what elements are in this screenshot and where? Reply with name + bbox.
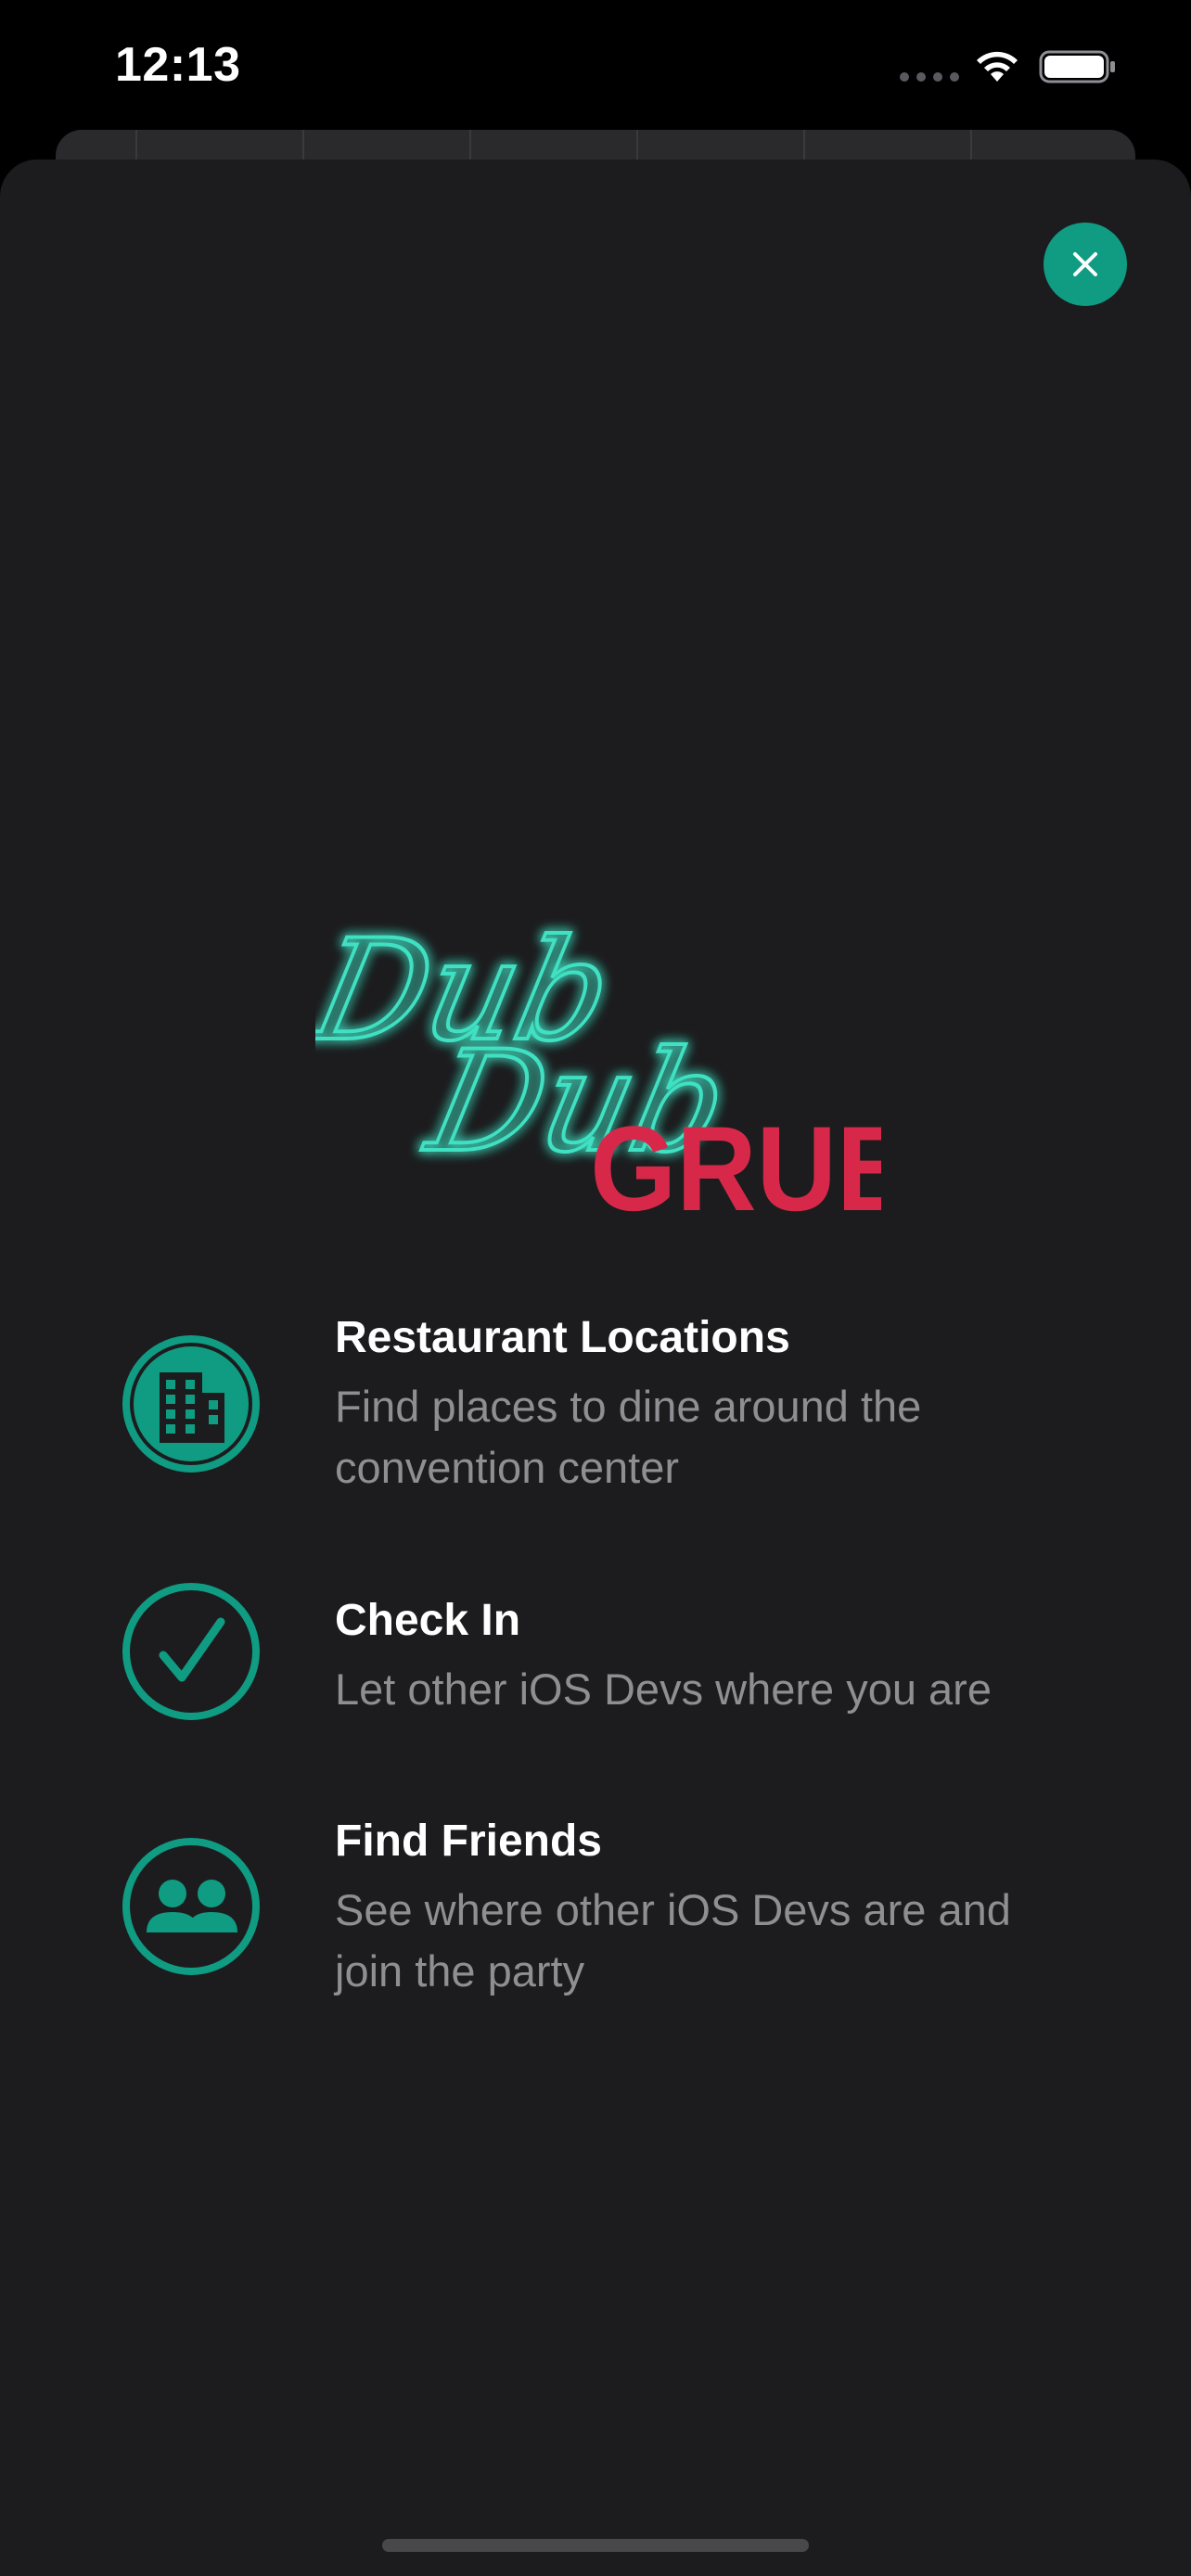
building-icon [122, 1335, 260, 1473]
battery-icon [1039, 50, 1115, 83]
feature-title: Restaurant Locations [335, 1313, 790, 1362]
status-time: 12:13 [115, 38, 241, 92]
close-button[interactable] [1044, 223, 1127, 306]
feature-description: Find places to dine around the conventio… [335, 1382, 922, 1492]
checkmark-icon [122, 1583, 260, 1720]
feature-description: Let other iOS Devs where you are [335, 1664, 992, 1714]
close-icon [1073, 252, 1097, 276]
status-bar: 12:13 [0, 0, 1191, 139]
feature-title: Find Friends [335, 1817, 602, 1866]
cellular-signal-icon [900, 72, 959, 82]
app-logo: Dub Dub GRUB [315, 908, 881, 1224]
home-indicator[interactable] [382, 2539, 809, 2552]
people-icon [122, 1838, 260, 1975]
wifi-icon [977, 51, 1018, 82]
logo-word: GRUB [590, 1102, 881, 1224]
feature-title: Check In [335, 1596, 521, 1645]
feature-description: See where other iOS Devs are and join th… [335, 1885, 1011, 1996]
